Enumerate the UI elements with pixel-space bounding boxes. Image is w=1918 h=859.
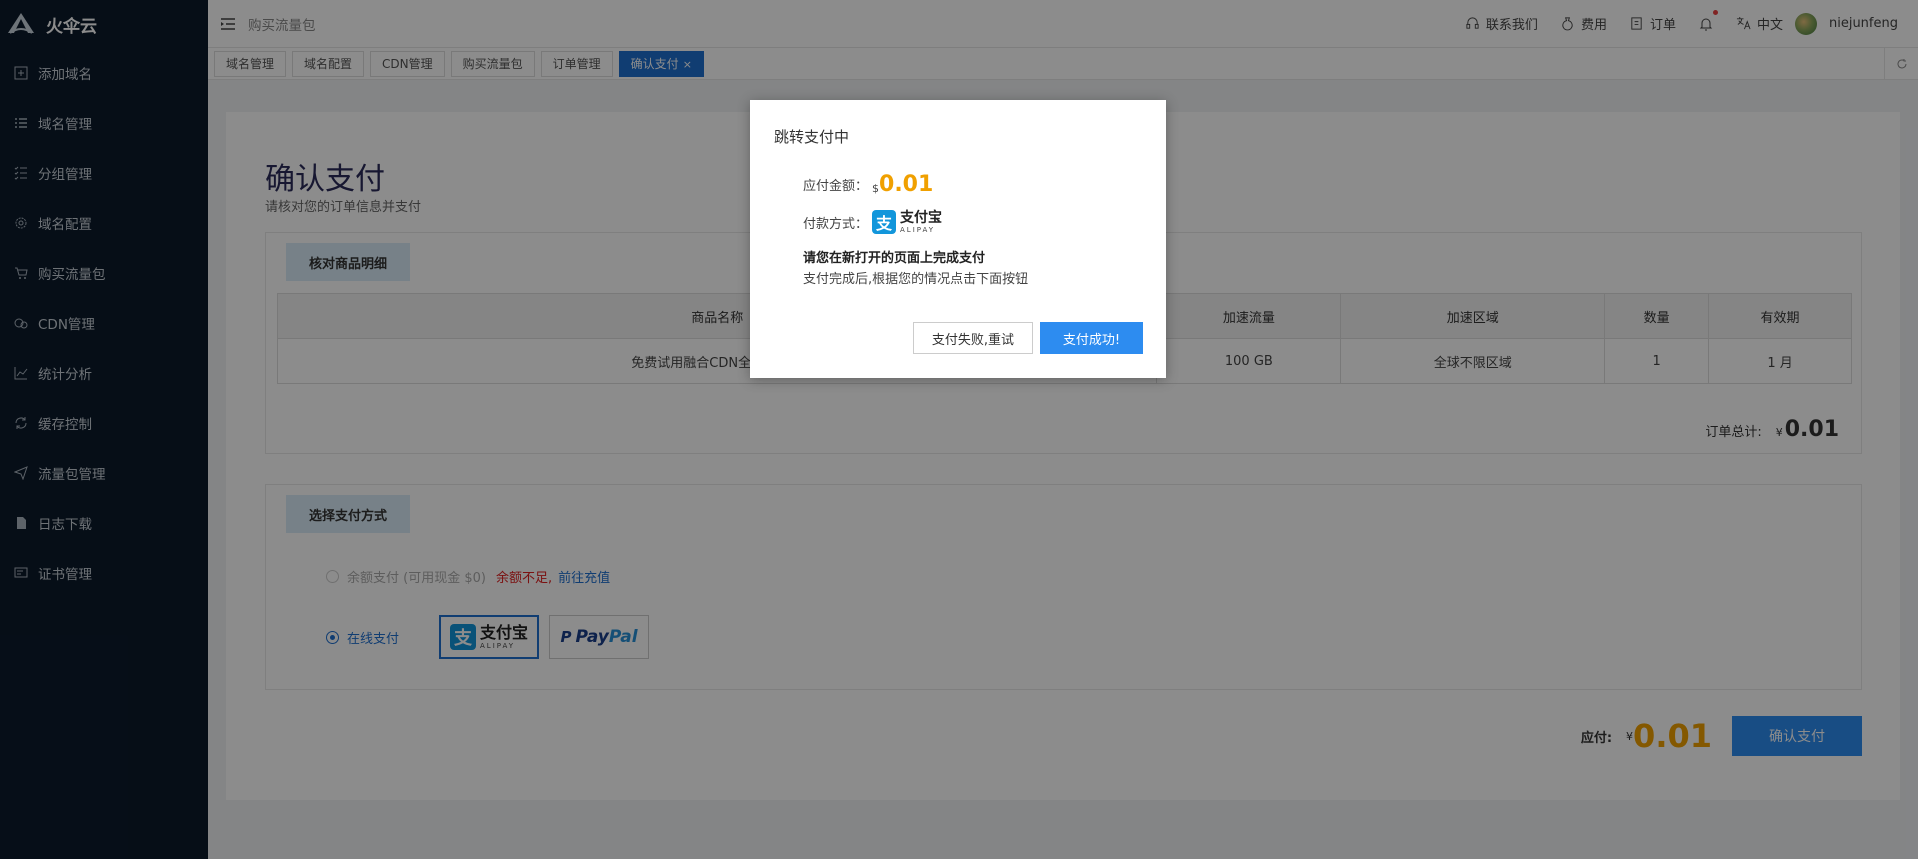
payment-failed-retry-button[interactable]: 支付失败,重试	[913, 322, 1033, 354]
dialog-title: 跳转支付中	[774, 128, 850, 146]
dialog-amount-row: 应付金额： $ 0.01	[803, 172, 933, 197]
alipay-logo: 支 支付宝 ALIPAY	[872, 210, 942, 234]
payment-success-button[interactable]: 支付成功!	[1040, 322, 1143, 354]
amount-currency: $	[872, 182, 880, 195]
alipay-icon: 支	[872, 210, 897, 234]
payment-redirect-dialog: 跳转支付中 应付金额： $ 0.01 付款方式： 支 支付宝 ALIPAY 请您…	[750, 100, 1166, 378]
alipay-name: 支付宝	[900, 209, 943, 226]
alipay-name-en: ALIPAY	[900, 225, 936, 234]
amount-label: 应付金额：	[803, 179, 869, 194]
amount-value: 0.01	[879, 172, 934, 197]
dialog-method-row: 付款方式： 支 支付宝 ALIPAY	[803, 210, 942, 234]
method-label: 付款方式：	[803, 216, 869, 232]
dialog-instruction: 请您在新打开的页面上完成支付	[803, 251, 986, 266]
dialog-note: 支付完成后,根据您的情况点击下面按钮	[803, 272, 1029, 287]
